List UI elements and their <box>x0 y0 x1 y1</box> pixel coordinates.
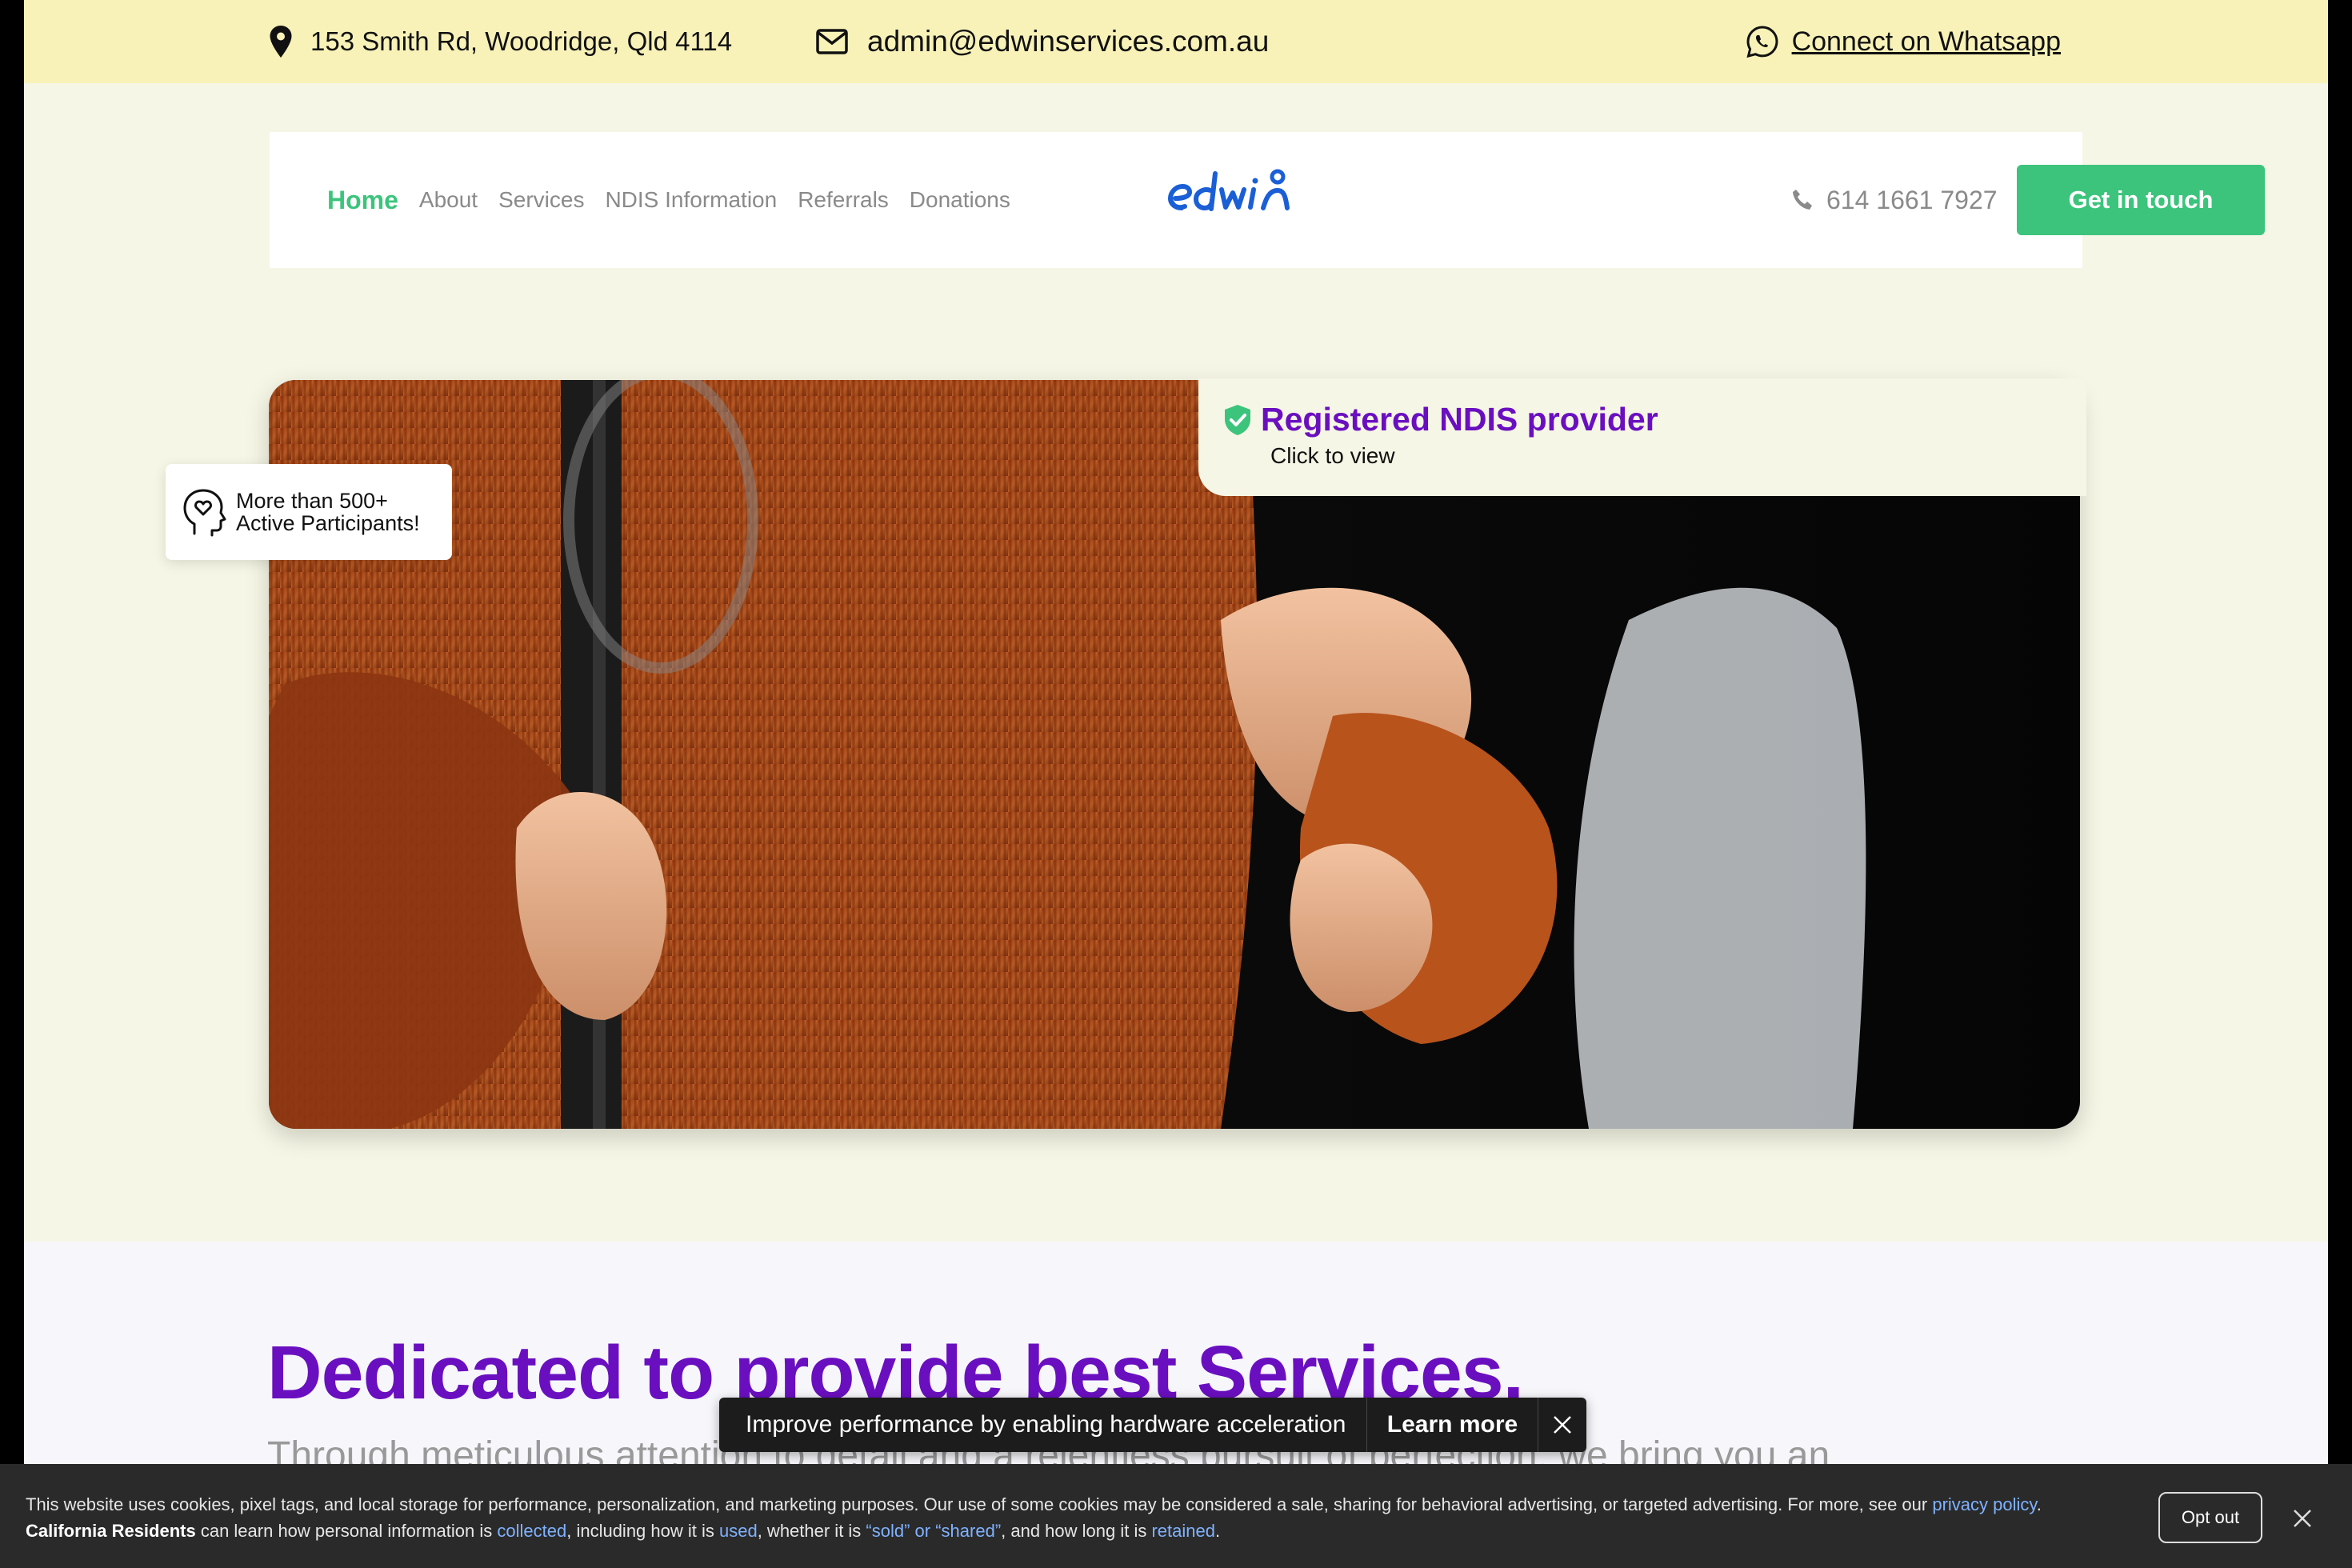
mail-icon <box>816 29 848 54</box>
nav-link-ndis-information[interactable]: NDIS Information <box>605 187 777 213</box>
cookie-text-part-3: can learn how personal information is <box>195 1521 498 1541</box>
address-text: 153 Smith Rd, Woodridge, Qld 4114 <box>310 26 733 56</box>
privacy-policy-link[interactable]: privacy policy <box>1932 1494 2036 1514</box>
close-icon <box>2294 1510 2311 1527</box>
nav-link-donations[interactable]: Donations <box>910 187 1010 213</box>
nav-link-home[interactable]: Home <box>327 186 398 215</box>
whatsapp-link[interactable]: Connect on Whatsapp <box>1746 0 2061 83</box>
used-link[interactable]: used <box>719 1521 758 1541</box>
cookie-text: This website uses cookies, pixel tags, a… <box>26 1491 2122 1544</box>
head-heart-icon <box>183 489 226 537</box>
participants-line-1: More than 500+ <box>236 489 388 513</box>
hero: Registered NDIS provider Click to view <box>269 378 2086 1129</box>
toast-learn-more-button[interactable]: Learn more <box>1367 1398 1538 1452</box>
address: 153 Smith Rd, Woodridge, Qld 4114 <box>269 0 732 83</box>
retained-link[interactable]: retained <box>1151 1521 1215 1541</box>
cookie-text-part-5: , whether it is <box>757 1521 866 1541</box>
collected-link[interactable]: collected <box>497 1521 566 1541</box>
nav-links: Home About Services NDIS Information Ref… <box>327 132 1031 268</box>
main-navigation: Home About Services NDIS Information Ref… <box>270 132 2265 268</box>
participants-line-2: Active Participants! <box>236 511 420 535</box>
california-residents-label: California Residents <box>26 1521 196 1541</box>
sold-or-shared-link[interactable]: “sold” or “shared” <box>866 1521 1001 1541</box>
page: 153 Smith Rd, Woodridge, Qld 4114 admin@… <box>24 0 2328 1568</box>
location-pin-icon <box>270 26 292 58</box>
participants-text: More than 500+ Active Participants! <box>236 490 420 534</box>
cookie-banner: This website uses cookies, pixel tags, a… <box>0 1464 2352 1568</box>
top-info-bar: 153 Smith Rd, Woodridge, Qld 4114 admin@… <box>24 0 2328 83</box>
ndis-badge[interactable]: Registered NDIS provider Click to view <box>1222 401 1658 469</box>
cookie-text-part-7: . <box>1215 1521 1221 1541</box>
ndis-badge-title: Registered NDIS provider <box>1261 401 1658 438</box>
cookie-close-button[interactable] <box>2288 1504 2317 1533</box>
email[interactable]: admin@edwinservices.com.au <box>816 0 1269 83</box>
cookie-text-part-6: , and how long it is <box>1001 1521 1152 1541</box>
opt-out-button[interactable]: Opt out <box>2158 1492 2262 1543</box>
cookie-text-part-2: . <box>2036 1494 2042 1514</box>
whatsapp-text: Connect on Whatsapp <box>1791 26 2061 57</box>
hardware-acceleration-toast: Improve performance by enabling hardware… <box>719 1398 1586 1452</box>
whatsapp-icon <box>1746 26 1778 58</box>
nav-link-services[interactable]: Services <box>498 187 584 213</box>
email-text: admin@edwinservices.com.au <box>867 25 1270 58</box>
get-in-touch-button[interactable]: Get in touch <box>2017 165 2265 235</box>
phone-icon <box>1793 190 1812 210</box>
phone-text: 614 1661 7927 <box>1826 185 1998 214</box>
phone-number[interactable]: 614 1661 7927 <box>1790 132 1998 268</box>
nav-link-about[interactable]: About <box>419 187 478 213</box>
toast-close-button[interactable] <box>1538 1398 1586 1452</box>
close-icon <box>1554 1416 1571 1434</box>
edwin-logo[interactable] <box>1158 166 1302 230</box>
participants-card: More than 500+ Active Participants! <box>166 464 452 560</box>
shield-check-icon <box>1225 404 1250 435</box>
ndis-badge-subtitle: Click to view <box>1270 443 1395 468</box>
nav-link-referrals[interactable]: Referrals <box>798 187 889 213</box>
cookie-text-part-4: , including how it is <box>566 1521 719 1541</box>
cookie-text-part-1: This website uses cookies, pixel tags, a… <box>26 1494 1933 1514</box>
toast-message: Improve performance by enabling hardware… <box>719 1398 1367 1452</box>
